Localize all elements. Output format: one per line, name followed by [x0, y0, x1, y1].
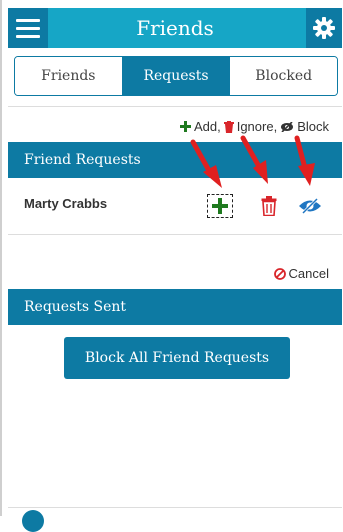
- divider: [8, 106, 342, 107]
- eye-slash-icon: [280, 121, 294, 132]
- cancel-circle-icon: [273, 267, 286, 280]
- page-title: Friends: [136, 16, 214, 40]
- settings-button[interactable]: [306, 8, 342, 48]
- menu-icon-bar: [16, 18, 40, 22]
- action-legend: Add, Ignore, Block: [179, 119, 329, 134]
- requests-sent-header: Requests Sent: [8, 289, 342, 325]
- legend-ignore-label: Ignore,: [236, 119, 278, 134]
- legend-add-label: Add,: [193, 119, 221, 134]
- plus-icon: [212, 198, 228, 214]
- cancel-label: Cancel: [288, 266, 329, 281]
- tab-requests[interactable]: Requests: [121, 57, 230, 95]
- block-all-requests-button[interactable]: Block All Friend Requests: [64, 337, 290, 379]
- trash-icon: [223, 120, 234, 133]
- gear-icon: [313, 17, 335, 39]
- tab-bar: Friends Requests Blocked: [14, 56, 338, 96]
- ignore-request-button[interactable]: [256, 194, 282, 218]
- legend-block-label: Block: [297, 119, 329, 134]
- trash-icon: [261, 196, 277, 216]
- cancel-link[interactable]: Cancel: [273, 266, 329, 281]
- divider: [8, 507, 342, 508]
- menu-button[interactable]: [8, 8, 48, 48]
- friend-request-row: Marty Crabbs: [8, 178, 342, 232]
- page-left-edge: [0, 0, 2, 516]
- plus-icon: [179, 121, 191, 132]
- divider: [8, 234, 342, 235]
- block-user-button[interactable]: [297, 194, 323, 218]
- add-friend-button[interactable]: [207, 194, 233, 218]
- menu-icon-bar: [16, 34, 40, 38]
- friend-requests-header: Friend Requests: [8, 142, 342, 178]
- tab-friends[interactable]: Friends: [15, 57, 122, 95]
- tab-blocked[interactable]: Blocked: [229, 57, 337, 95]
- top-bar: Friends: [8, 8, 342, 48]
- avatar: [22, 510, 44, 532]
- menu-icon-bar: [16, 26, 40, 30]
- eye-slash-icon: [299, 198, 321, 214]
- request-name: Marty Crabbs: [24, 196, 108, 211]
